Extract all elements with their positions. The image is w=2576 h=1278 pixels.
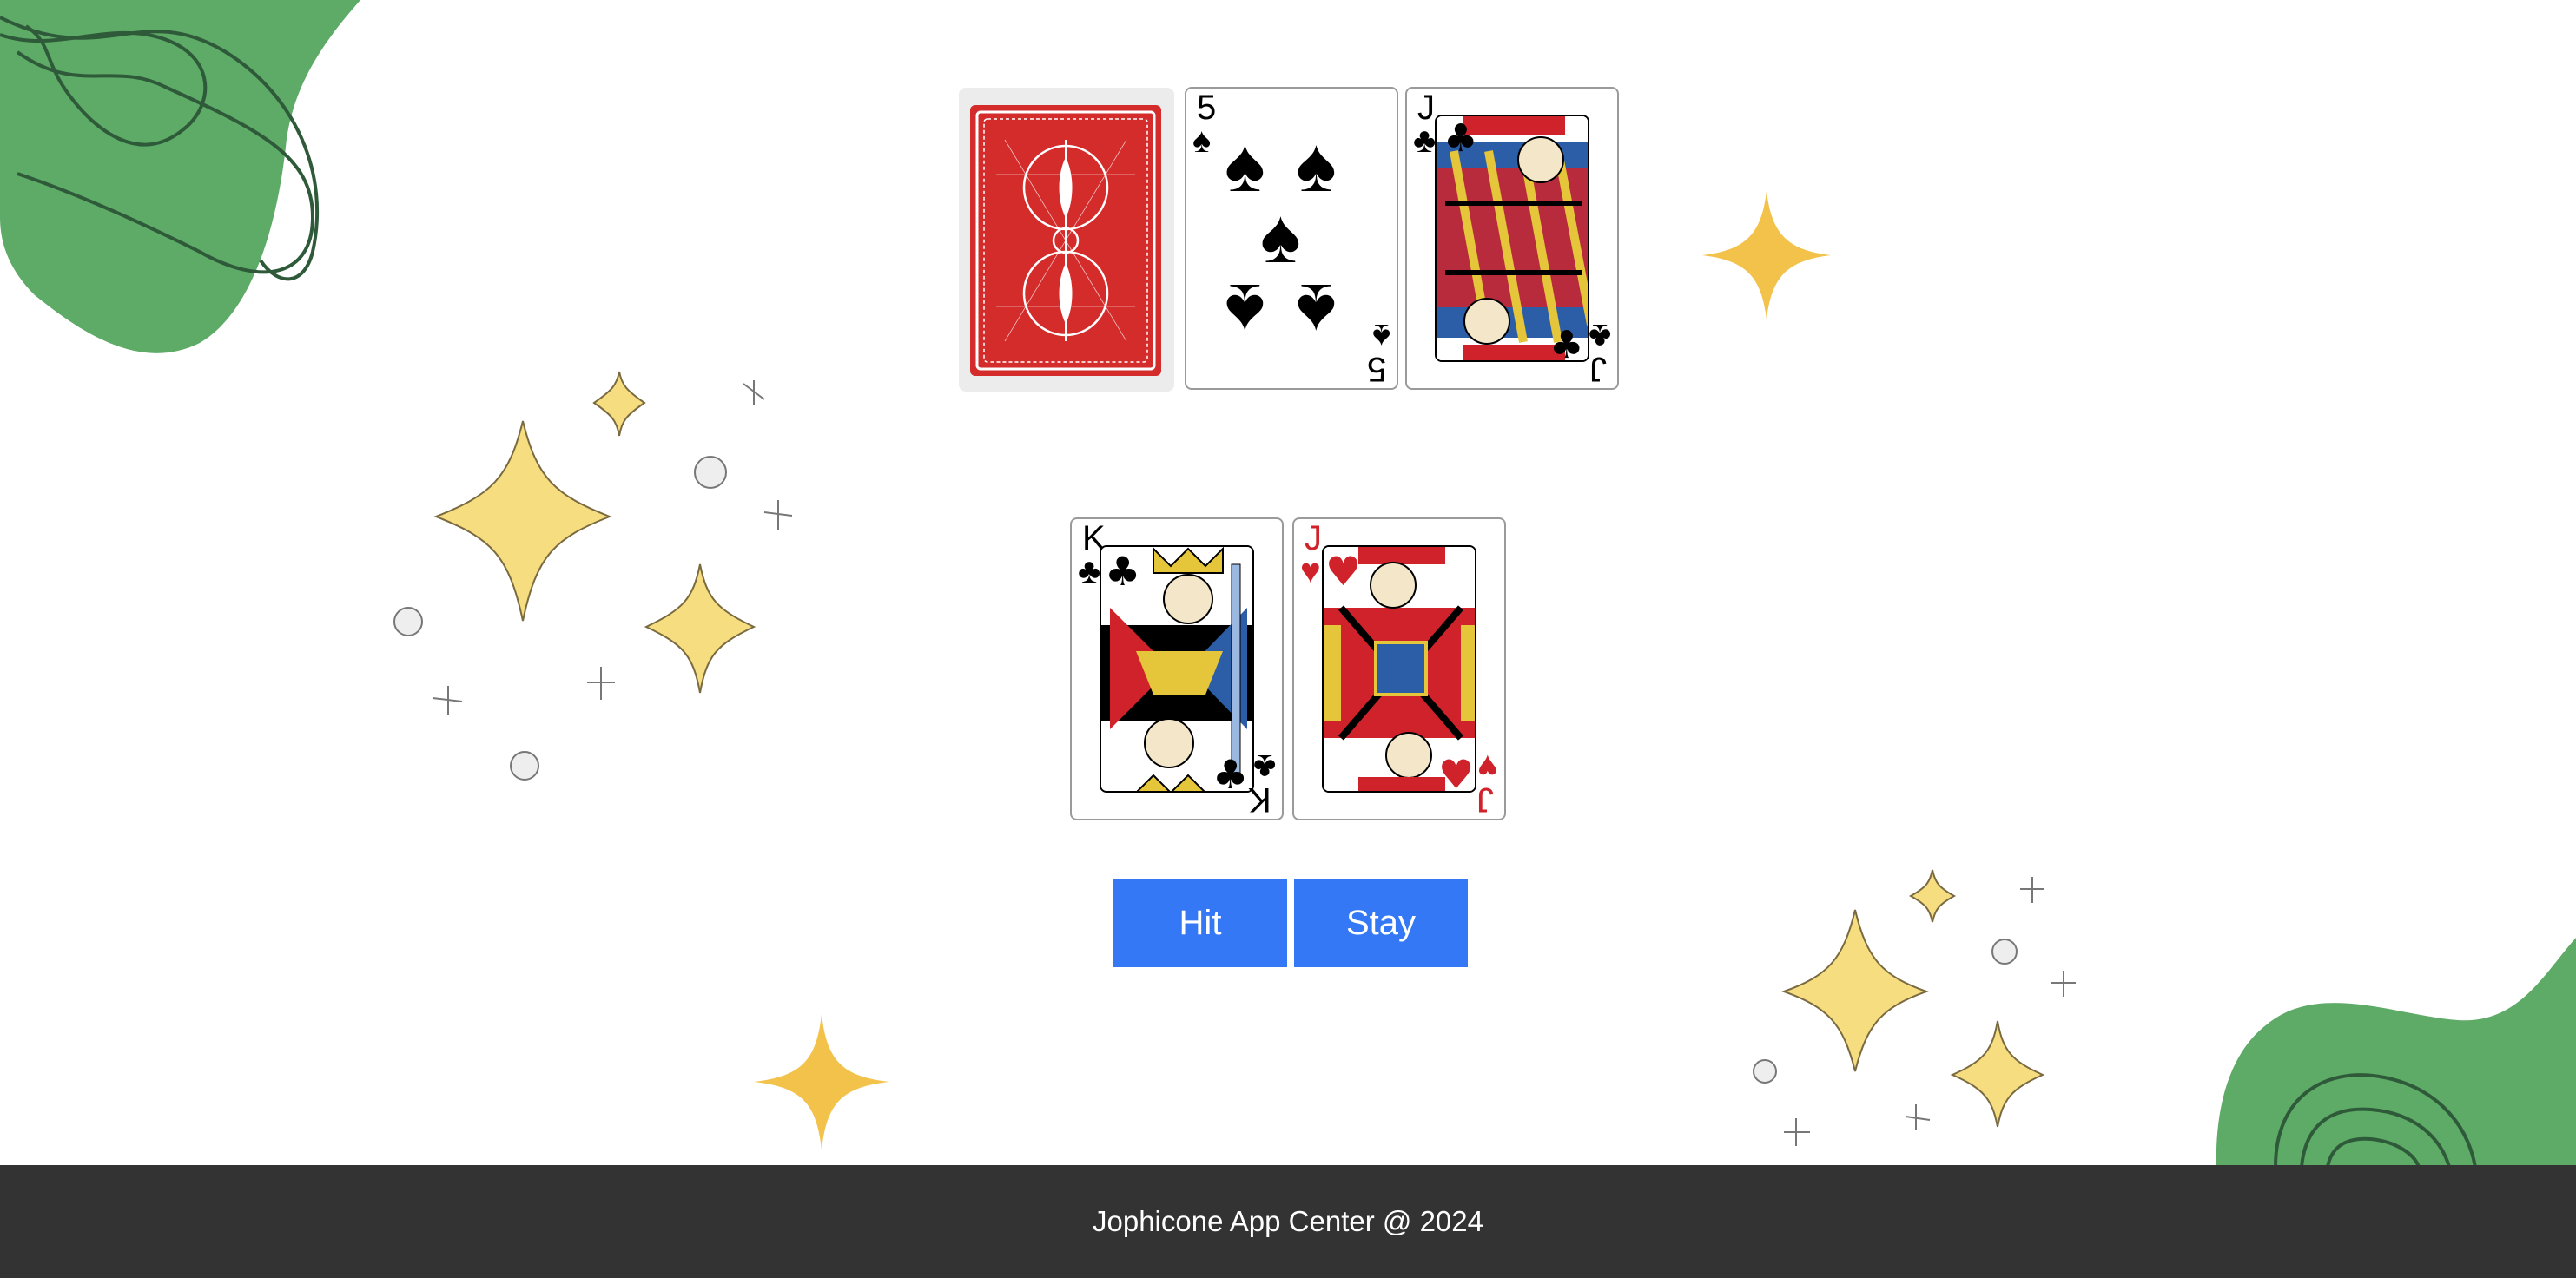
gold-star-icon — [1702, 191, 1831, 320]
spade-icon: ♠ — [1296, 268, 1337, 354]
svg-text:♣: ♣ — [1105, 548, 1140, 595]
club-icon: ♣ — [1252, 748, 1276, 786]
heart-icon: ♥ — [1477, 748, 1498, 786]
hit-button[interactable]: Hit — [1113, 879, 1287, 967]
spade-icon: ♠ — [1371, 317, 1390, 355]
playing-card-jack-clubs: J ♣ ♣ ♣ ♣ J — [1405, 87, 1619, 390]
face-card-art: ♣ ♣ — [1100, 545, 1254, 793]
svg-text:♣: ♣ — [1443, 116, 1477, 161]
spade-icon: ♠ — [1296, 122, 1337, 208]
spade-icon: ♠ — [1225, 268, 1265, 354]
card-back — [959, 88, 1174, 392]
svg-text:♣: ♣ — [1212, 751, 1248, 793]
card-rank: J — [1589, 350, 1607, 388]
club-icon: ♣ — [1413, 122, 1437, 160]
club-icon: ♣ — [1588, 317, 1611, 355]
green-blob-top-left — [0, 0, 360, 353]
sparkle-cluster-left — [393, 371, 793, 781]
gold-star-icon — [754, 1014, 889, 1150]
club-icon: ♣ — [1078, 552, 1101, 590]
card-rank: 5 — [1366, 350, 1386, 388]
svg-text:♥: ♥ — [1325, 548, 1361, 595]
playing-card-five-spades: 5 ♠ ♠ ♠ ♠ ♠ ♠ ♠ 5 — [1185, 87, 1398, 390]
card-rank: J — [1476, 781, 1494, 819]
stay-button[interactable]: Stay — [1294, 879, 1468, 967]
spade-icon: ♠ — [1192, 122, 1212, 160]
card-rank: 5 — [1197, 89, 1217, 127]
spade-icon: ♠ — [1260, 193, 1301, 279]
spade-icon: ♠ — [1225, 122, 1265, 208]
face-card-art: ♥ ♥ — [1322, 545, 1476, 793]
svg-text:♣: ♣ — [1549, 323, 1583, 362]
playing-card-jack-hearts: J ♥ ♥ ♥ ♥ J — [1292, 517, 1506, 820]
svg-text:♥: ♥ — [1438, 751, 1474, 793]
heart-icon: ♥ — [1300, 552, 1321, 590]
footer: Jophicone App Center @ 2024 — [0, 1165, 2576, 1278]
card-rank: J — [1417, 89, 1435, 127]
card-rank: K — [1248, 781, 1271, 819]
playing-card-king-clubs: K ♣ ♣ ♣ ♣ K — [1070, 517, 1284, 820]
green-blob-bottom-right — [2216, 938, 2576, 1167]
face-card-art: ♣ ♣ — [1435, 115, 1589, 362]
footer-text: Jophicone App Center @ 2024 — [1093, 1205, 1483, 1237]
card-rank: J — [1305, 519, 1322, 557]
sparkle-cluster-right — [1753, 869, 2076, 1146]
